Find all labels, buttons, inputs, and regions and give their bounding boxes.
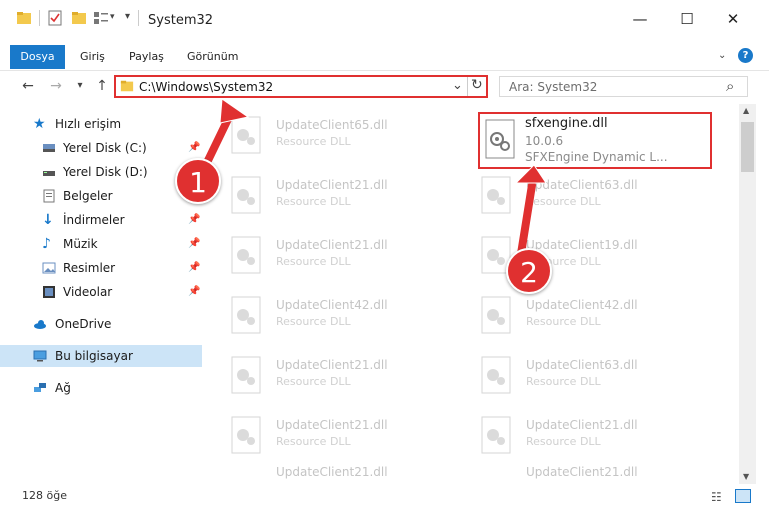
download-icon: ↓ bbox=[42, 212, 54, 228]
sidebar-item-label: Ağ bbox=[55, 381, 71, 395]
dll-file-icon bbox=[481, 416, 511, 454]
sidebar-item-label: Yerel Disk (D:) bbox=[63, 165, 148, 179]
forward-button[interactable]: → bbox=[46, 76, 66, 96]
drive-icon bbox=[43, 171, 55, 176]
dll-file-icon bbox=[231, 416, 261, 454]
file-item[interactable]: UpdateClient42.dll Resource DLL bbox=[480, 290, 710, 342]
window-title: System32 bbox=[148, 13, 214, 28]
up-button[interactable]: ↑ bbox=[92, 76, 112, 96]
address-dropdown-icon[interactable]: ⌄ bbox=[452, 78, 463, 93]
folder-icon bbox=[17, 12, 31, 24]
sidebar-item-label: Müzik bbox=[63, 237, 98, 251]
star-icon: ★ bbox=[33, 116, 46, 132]
divider bbox=[138, 10, 139, 26]
divider bbox=[467, 77, 468, 96]
computer-icon bbox=[33, 350, 47, 362]
file-name: UpdateClient21.dll bbox=[276, 358, 388, 372]
file-description: Resource DLL bbox=[276, 375, 351, 388]
network-icon bbox=[34, 383, 46, 392]
file-description: Resource DLL bbox=[526, 375, 601, 388]
tab-view[interactable]: Görünüm bbox=[187, 45, 238, 69]
minimize-button[interactable]: — bbox=[625, 8, 655, 30]
tab-file[interactable]: Dosya bbox=[10, 45, 65, 69]
sidebar-item-label: Resimler bbox=[63, 261, 116, 275]
quick-access-dropdown-icon[interactable]: ▾ bbox=[125, 11, 130, 22]
scrollbar-thumb[interactable] bbox=[741, 122, 754, 172]
cloud-icon bbox=[34, 320, 46, 329]
sidebar-item-label: Hızlı erişim bbox=[55, 117, 122, 131]
close-button[interactable]: ✕ bbox=[718, 8, 748, 30]
file-name: UpdateClient42.dll bbox=[526, 298, 638, 312]
file-item[interactable]: UpdateClient42.dll Resource DLL bbox=[230, 290, 460, 342]
search-input[interactable]: Ara: System32 bbox=[509, 80, 597, 94]
item-count: 128 öğe bbox=[22, 489, 67, 502]
file-description: Resource DLL bbox=[526, 315, 601, 328]
tiles-view-icon[interactable] bbox=[735, 489, 751, 503]
annotation-badge: 1 bbox=[175, 158, 221, 204]
scroll-up-icon[interactable]: ▲ bbox=[743, 106, 749, 115]
music-icon: ♪ bbox=[42, 236, 51, 252]
dll-file-icon bbox=[231, 356, 261, 394]
file-item[interactable]: UpdateClient63.dll Resource DLL bbox=[480, 350, 710, 402]
title-bar: ▾ ▾ System32 — ☐ ✕ bbox=[0, 0, 769, 44]
sidebar-item-label: Videolar bbox=[63, 285, 113, 299]
tab-home[interactable]: Giriş bbox=[80, 45, 105, 69]
sidebar-item-label: OneDrive bbox=[55, 317, 112, 331]
file-name: UpdateClient63.dll bbox=[526, 358, 638, 372]
scroll-down-icon[interactable]: ▼ bbox=[743, 472, 749, 481]
properties-icon[interactable] bbox=[47, 10, 63, 26]
ribbon-bar bbox=[0, 44, 769, 71]
drive-icon bbox=[43, 144, 55, 152]
chevron-down-icon[interactable]: ▾ bbox=[110, 12, 115, 22]
new-folder-icon[interactable] bbox=[71, 10, 87, 26]
dll-file-icon bbox=[481, 296, 511, 334]
pictures-icon bbox=[42, 262, 56, 274]
divider bbox=[39, 10, 40, 26]
expand-ribbon-icon[interactable]: ⌄ bbox=[718, 50, 726, 61]
dll-file-icon bbox=[481, 356, 511, 394]
sidebar-item-label: Belgeler bbox=[63, 189, 113, 203]
file-item[interactable]: UpdateClient21.dll Resource DLL bbox=[230, 350, 460, 402]
back-button[interactable]: ← bbox=[18, 76, 38, 96]
annotation-badge: 2 bbox=[506, 248, 552, 294]
file-item[interactable]: UpdateClient21.dll bbox=[480, 463, 710, 483]
dll-file-icon bbox=[231, 296, 261, 334]
recent-locations-button[interactable]: ▾ bbox=[70, 76, 90, 96]
refresh-button[interactable]: ↻ bbox=[471, 77, 483, 93]
file-description: Resource DLL bbox=[526, 435, 601, 448]
sidebar-item-network[interactable]: Ağ bbox=[0, 377, 202, 399]
details-view-icon[interactable]: ☷ bbox=[711, 490, 722, 504]
sidebar-item-this-pc[interactable]: Bu bilgisayar bbox=[0, 345, 202, 367]
file-name: UpdateClient21.dll bbox=[276, 465, 388, 479]
sidebar-item-label: Yerel Disk (C:) bbox=[63, 141, 147, 155]
video-icon bbox=[43, 286, 55, 298]
file-item[interactable]: UpdateClient21.dll Resource DLL bbox=[480, 410, 710, 462]
tab-share[interactable]: Paylaş bbox=[129, 45, 164, 69]
file-item[interactable]: UpdateClient21.dll bbox=[230, 463, 460, 483]
annotation-arrows bbox=[196, 98, 547, 264]
search-icon[interactable]: ⌕ bbox=[726, 77, 734, 95]
sidebar-item-onedrive[interactable]: OneDrive bbox=[0, 313, 202, 335]
customize-toolbar-icon[interactable] bbox=[93, 10, 109, 26]
document-icon bbox=[43, 189, 55, 203]
file-description: Resource DLL bbox=[276, 435, 351, 448]
address-path[interactable]: C:\Windows\System32 bbox=[139, 80, 273, 94]
status-bar bbox=[0, 484, 769, 517]
file-description: Resource DLL bbox=[276, 315, 351, 328]
search-box[interactable]: Ara: System32 ⌕ bbox=[499, 76, 748, 97]
help-icon[interactable]: ? bbox=[738, 48, 753, 63]
file-name: UpdateClient21.dll bbox=[276, 418, 388, 432]
maximize-button[interactable]: ☐ bbox=[672, 8, 702, 30]
folder-icon bbox=[120, 80, 134, 92]
file-item[interactable]: UpdateClient21.dll Resource DLL bbox=[230, 410, 460, 462]
file-name: UpdateClient21.dll bbox=[526, 465, 638, 479]
sidebar-item-label: Bu bilgisayar bbox=[55, 349, 133, 363]
file-name: UpdateClient42.dll bbox=[276, 298, 388, 312]
sidebar-item-label: İndirmeler bbox=[63, 213, 125, 227]
file-name: UpdateClient21.dll bbox=[526, 418, 638, 432]
